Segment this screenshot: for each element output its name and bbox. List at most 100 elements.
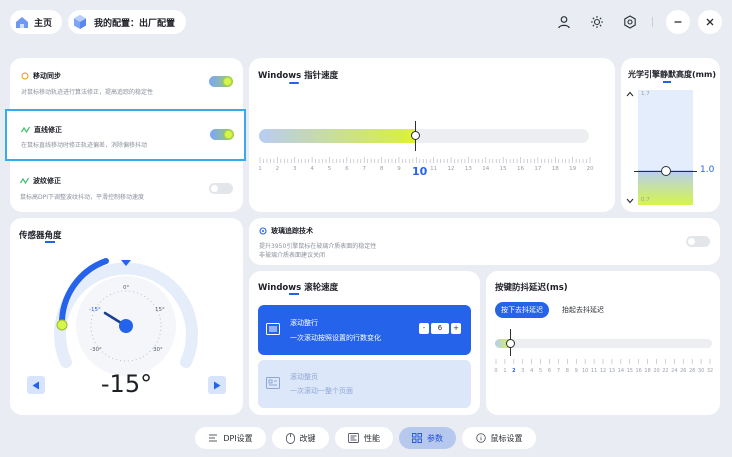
- debounce-ticks: [495, 359, 711, 364]
- tab-params-label: 参数: [427, 433, 443, 443]
- debounce-tick-label: 3: [521, 368, 525, 374]
- mouse-icon: [285, 432, 295, 444]
- pointer-speed-tick-label: 18: [551, 166, 559, 172]
- settings-button[interactable]: [618, 10, 642, 34]
- glass-tracking-card: 玻璃追踪技术 提升3950引擎鼠标在玻璃介质表面的稳定性 非玻璃介质表面建议关闭: [249, 218, 720, 265]
- lod-max-label: 1.7: [641, 91, 650, 97]
- close-button[interactable]: [698, 10, 722, 34]
- sync-icon: [21, 72, 29, 80]
- performance-icon: [348, 433, 359, 443]
- lod-title: 光学引擎静默高度(mm): [628, 70, 716, 79]
- scroll-page-option[interactable]: 滚动整页 一次滚动一整个页面: [258, 360, 471, 408]
- tab-mouse-settings[interactable]: 鼠标设置: [462, 427, 536, 449]
- debounce-tick-label: 14: [617, 368, 625, 374]
- debounce-tick-label: 0: [494, 368, 498, 374]
- ripple-correction-toggle[interactable]: [209, 183, 233, 194]
- tab-params[interactable]: 参数: [399, 427, 456, 449]
- line-correction-title: 直线修正: [34, 126, 62, 134]
- debounce-tick-label: 10: [581, 368, 589, 374]
- tab-performance[interactable]: 性能: [335, 427, 393, 449]
- home-icon: [16, 17, 28, 28]
- hex-settings-icon: [624, 15, 636, 29]
- motion-sync-title: 移动同步: [33, 72, 61, 80]
- motion-sync-desc: 对鼠标移动轨迹进行算法修正，提高追踪的稳定性: [21, 89, 154, 96]
- tab-dpi[interactable]: DPI设置: [195, 427, 266, 449]
- scroll-line-desc: 一次滚动按照设置的行数变化: [290, 334, 381, 342]
- scroll-page-desc: 一次滚动一整个页面: [290, 387, 353, 395]
- pointer-speed-tick-label: 20: [586, 166, 594, 172]
- scroll-stepper-plus[interactable]: +: [451, 323, 461, 334]
- pointer-speed-tick-label: 1: [258, 166, 262, 172]
- pointer-speed-handle[interactable]: [411, 131, 420, 140]
- user-icon: [558, 16, 570, 29]
- debounce-tick-label: 4: [530, 368, 534, 374]
- debounce-tick-label: 26: [680, 368, 687, 374]
- ripple-correction-icon: [20, 177, 29, 185]
- debounce-tick-label: 16: [635, 368, 642, 374]
- line-correction-desc: 在鼠标直线移动时修正轨迹偏差，消除偏移抖动: [21, 142, 148, 149]
- debounce-tick-label: 28: [688, 368, 696, 374]
- lod-handle[interactable]: [661, 166, 671, 176]
- pointer-speed-tick-label: 2: [275, 166, 280, 172]
- scroll-line-title: 滚动整行: [290, 319, 318, 327]
- minimize-button[interactable]: [666, 10, 690, 34]
- ripple-correction-desc: 鼠标高DPI下调整波纹抖动，平滑控制移动速度: [20, 194, 145, 201]
- debounce-tick-label: 32: [706, 368, 714, 374]
- debounce-tick-label: 20: [653, 368, 660, 374]
- scroll-speed-title-underline: [289, 293, 299, 295]
- angle-label-bottom-left: -30°: [90, 347, 102, 353]
- pointer-speed-title: Windows 指针速度: [258, 71, 339, 81]
- sensor-angle-card: 传感器角度 0° -15° 15° -30° 30° -15°: [10, 218, 243, 415]
- home-button[interactable]: 主页: [10, 10, 62, 34]
- header-divider: [652, 17, 653, 27]
- debounce-tick-labels: 0 1 2 3 4 5 6 7 8 9 10 11 12 13 14 15 16 18 20 22 24 26 28 30 32: [494, 368, 715, 378]
- pointer-speed-tick-label: 13: [464, 166, 472, 172]
- chevron-up-icon[interactable]: [626, 91, 634, 97]
- pointer-speed-tick-label: 19: [569, 166, 577, 172]
- lod-min-label: 0.7: [641, 197, 650, 203]
- tab-mouse-settings-label: 鼠标设置: [490, 433, 523, 443]
- minimize-icon: [674, 21, 682, 23]
- debounce-tick-label: 8: [565, 368, 569, 374]
- glass-tracking-toggle[interactable]: [686, 236, 710, 247]
- angle-label-left: -15°: [89, 307, 101, 313]
- debounce-tab-press[interactable]: 按下去抖延迟: [495, 302, 549, 318]
- debounce-track[interactable]: [495, 339, 712, 348]
- scroll-stepper-value[interactable]: 6: [431, 323, 449, 334]
- motion-sync-row: 移动同步 对鼠标移动轨迹进行算法修正，提高追踪的稳定性: [10, 58, 243, 108]
- pointer-speed-tick-label: 17: [534, 166, 542, 172]
- motion-sync-toggle[interactable]: [209, 76, 233, 87]
- tab-keys-label: 改键: [299, 433, 316, 443]
- debounce-tick-label: 22: [662, 368, 669, 374]
- scroll-stepper-minus[interactable]: -: [419, 323, 429, 334]
- debounce-handle[interactable]: [506, 339, 515, 348]
- user-button[interactable]: [552, 10, 576, 34]
- chevron-down-icon[interactable]: [626, 198, 634, 204]
- debounce-tick-label: 9: [574, 368, 578, 374]
- brightness-button[interactable]: [585, 10, 609, 34]
- debounce-tab-release[interactable]: 抬起去抖延迟: [556, 302, 610, 318]
- angle-label-top: 0°: [123, 285, 130, 291]
- ripple-correction-row: 波纹修正 鼠标高DPI下调整波纹抖动，平滑控制移动速度: [10, 162, 243, 212]
- debounce-tick-label: 24: [671, 368, 678, 374]
- list-icon: [266, 323, 280, 335]
- angle-dial[interactable]: [50, 250, 202, 380]
- config-selector[interactable]: 我的配置：出厂配置: [68, 10, 186, 34]
- grid-icon: [412, 433, 422, 443]
- angle-label-right: 15°: [155, 307, 165, 313]
- debounce-tick-label: 15: [626, 368, 633, 374]
- debounce-tick-label: 18: [644, 368, 651, 374]
- pointer-speed-tick-label: 3: [292, 166, 297, 172]
- line-correction-toggle[interactable]: [210, 129, 234, 140]
- glass-tracking-desc1: 提升3950引擎鼠标在玻璃介质表面的稳定性: [259, 243, 377, 250]
- scroll-page-title: 滚动整页: [290, 373, 318, 381]
- pointer-speed-tick-label: 16: [517, 166, 525, 172]
- pointer-speed-tick-label: 6: [345, 166, 349, 172]
- pointer-speed-value: 10: [412, 165, 428, 178]
- scroll-line-option[interactable]: 滚动整行 一次滚动按照设置的行数变化 - 6 +: [258, 305, 471, 355]
- pointer-speed-card: Windows 指针速度 1 2 3 4 5 6 7 8 9 11 12 13 14 15 16 17 18 19…: [249, 58, 615, 212]
- lod-title-underline: [663, 81, 671, 83]
- tab-keys[interactable]: 改键: [272, 427, 329, 449]
- pointer-speed-tick-label: 12: [447, 166, 455, 172]
- pointer-speed-fill: [259, 129, 416, 143]
